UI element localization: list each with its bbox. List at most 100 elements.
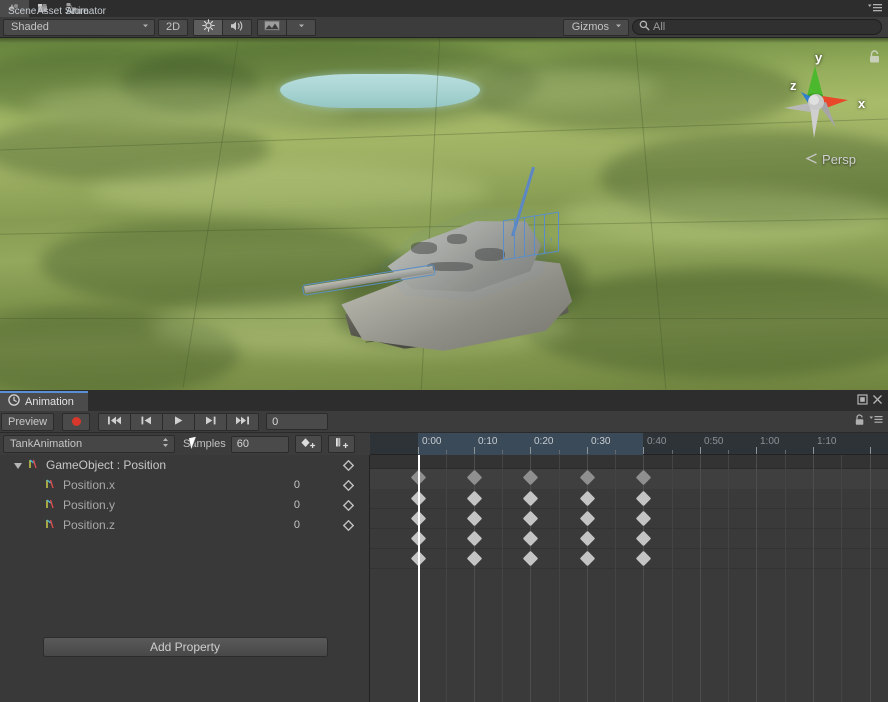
timeline-tick: [474, 447, 475, 454]
record-button[interactable]: [62, 412, 91, 431]
scene-toggles-group: [193, 18, 252, 36]
timeline-gridline: [502, 455, 503, 702]
timeline-tick: [530, 447, 531, 454]
gizmos-label: Gizmos: [571, 21, 609, 33]
timeline-row-position-z[interactable]: [370, 549, 888, 569]
add-event-icon: [333, 437, 350, 452]
animation-property-list: GameObject : Position Position.x 0 Posit…: [0, 455, 370, 702]
gizmos-dropdown[interactable]: Gizmos: [562, 18, 629, 36]
lighting-toggle-button[interactable]: [193, 18, 223, 36]
property-value[interactable]: 0: [294, 519, 300, 531]
add-keyframe-button[interactable]: [294, 435, 322, 453]
play-icon: [173, 415, 184, 429]
timeline-gridline: [672, 455, 673, 702]
timeline-playhead[interactable]: [418, 455, 420, 702]
timeline-tick: [870, 447, 871, 454]
unity-editor-window: Scene Asset Store Animator Shaded 2D Giz…: [0, 0, 888, 702]
timeline-row-blank[interactable]: [370, 455, 888, 469]
scene-orientation-gizmo[interactable]: y x z: [770, 50, 865, 144]
animation-timeline[interactable]: 0:00 0:10 0:20 0:30 0:40 0:50 1:00 1:10: [370, 433, 888, 702]
animation-playback-toolbar: Preview 0: [0, 411, 888, 433]
lock-icon[interactable]: [854, 414, 865, 429]
toggle-2d-button[interactable]: 2D: [158, 18, 188, 36]
audio-toggle-button[interactable]: [222, 18, 252, 36]
timeline-tick: [587, 447, 588, 454]
chevron-down-icon: [297, 21, 306, 33]
chevron-down-icon: [614, 21, 623, 33]
add-property-button[interactable]: Add Property: [42, 637, 328, 657]
preview-label: Preview: [8, 415, 48, 428]
tank-game-object[interactable]: [301, 156, 591, 359]
timeline-gridline: [615, 455, 616, 702]
timeline-gridline: [559, 455, 560, 702]
draw-mode-dropdown[interactable]: Shaded: [3, 18, 155, 36]
terrain-highlight: [560, 188, 888, 244]
maximize-icon[interactable]: [857, 393, 868, 408]
lock-icon[interactable]: [868, 50, 881, 67]
preview-toggle-button[interactable]: Preview: [1, 412, 55, 431]
tab-animation[interactable]: Animation: [0, 390, 88, 411]
timeline-gridline: [841, 455, 842, 702]
image-effects-button[interactable]: [257, 18, 287, 36]
timeline-tick-minor: [446, 450, 447, 454]
keyframe-diamond-icon[interactable]: [342, 479, 355, 491]
animation-window: Animation Preview 0 TankAnimation Sample…: [0, 390, 888, 702]
toggle-2d-label: 2D: [165, 21, 181, 33]
tab-asset-store[interactable]: Asset Store: [29, 0, 89, 17]
panel-menu-icon[interactable]: [867, 2, 883, 16]
add-event-button[interactable]: [327, 435, 355, 453]
record-icon: [71, 417, 81, 426]
tab-bar-spacer: [87, 0, 867, 17]
effects-group: [257, 18, 316, 36]
last-frame-button[interactable]: [226, 412, 260, 431]
gizmo-axes: [784, 66, 848, 138]
property-row-position-x[interactable]: Position.x 0: [0, 475, 370, 495]
play-button[interactable]: [162, 412, 196, 431]
effects-dropdown-button[interactable]: [286, 18, 316, 36]
keyframe-diamond-icon[interactable]: [342, 459, 355, 471]
timeline-gridline: [756, 455, 757, 702]
timeline-tick-label: 0:00: [422, 436, 442, 447]
step-forward-icon: [204, 415, 217, 429]
property-row-position-y[interactable]: Position.y 0: [0, 495, 370, 515]
samples-value: 60: [236, 438, 250, 450]
timeline-track-rows[interactable]: [370, 455, 888, 702]
property-value[interactable]: 0: [294, 479, 300, 491]
clip-selector-dropdown[interactable]: TankAnimation: [3, 435, 175, 453]
scene-search-value: All: [653, 21, 666, 33]
timeline-ruler[interactable]: 0:00 0:10 0:20 0:30 0:40 0:50 1:00 1:10: [370, 433, 888, 455]
editor-window-menu[interactable]: [867, 0, 888, 17]
animation-curve-icon: [44, 477, 57, 493]
property-row-gameobject-position[interactable]: GameObject : Position: [0, 455, 370, 475]
close-icon[interactable]: [872, 394, 883, 408]
animation-panel-options: [854, 414, 888, 429]
previous-frame-button[interactable]: [130, 412, 164, 431]
scene-view[interactable]: y x z Persp: [0, 38, 888, 390]
keyframe-diamond-icon[interactable]: [342, 499, 355, 511]
current-frame-field[interactable]: 0: [266, 413, 329, 430]
next-frame-button[interactable]: [194, 412, 228, 431]
foldout-open-icon[interactable]: [14, 463, 22, 469]
first-frame-button[interactable]: [98, 412, 132, 431]
tab-scene[interactable]: Scene: [0, 0, 36, 17]
timeline-tick: [756, 447, 757, 454]
tab-animator[interactable]: Animator: [58, 0, 106, 17]
panel-menu-icon[interactable]: [869, 414, 883, 429]
property-row-position-z[interactable]: Position.z 0: [0, 515, 370, 535]
property-value[interactable]: 0: [294, 499, 300, 511]
timeline-row-gameobject-position[interactable]: [370, 489, 888, 509]
timeline-row-position-x[interactable]: [370, 509, 888, 529]
projection-mode[interactable]: Persp: [805, 152, 856, 167]
animation-clip-toolbar: TankAnimation Samples 60: [0, 433, 370, 455]
scene-search-field[interactable]: All: [632, 19, 882, 35]
timeline-row-summary[interactable]: [370, 469, 888, 489]
editor-tab-bar: Scene Asset Store Animator: [0, 0, 888, 17]
keyframe-diamond-icon[interactable]: [342, 519, 355, 531]
current-frame-value: 0: [272, 415, 279, 428]
timeline-row-position-y[interactable]: [370, 529, 888, 549]
timeline-gridline: [700, 455, 701, 702]
draw-mode-label: Shaded: [11, 21, 49, 33]
samples-field[interactable]: 60: [230, 435, 289, 453]
animation-curve-icon: [27, 457, 40, 473]
timeline-tick-label: 1:10: [817, 436, 837, 447]
